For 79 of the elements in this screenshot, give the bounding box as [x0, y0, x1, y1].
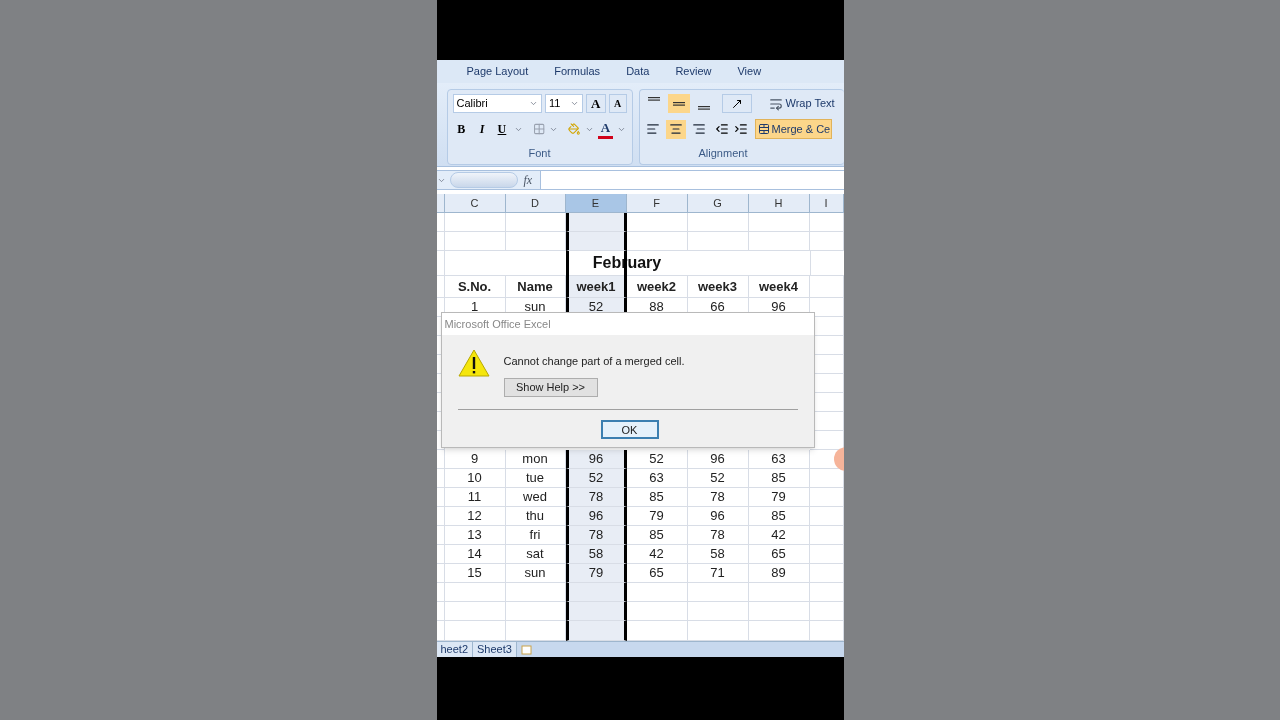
table-cell: 65 [748, 545, 810, 564]
table-cell: mon [505, 450, 566, 469]
table-cell: 10 [444, 469, 506, 488]
column-heading: Name [505, 276, 566, 298]
group-label: Font [527, 146, 552, 161]
function-label[interactable]: fx [523, 171, 533, 189]
font-size-dropdown[interactable]: 11 [544, 94, 583, 113]
ribbon-tab[interactable]: Formulas [554, 63, 601, 80]
show-help-button[interactable]: Show Help >> [503, 377, 598, 397]
column-header[interactable]: C [444, 194, 506, 212]
ribbon-tab[interactable]: Data [626, 63, 650, 80]
grow-font-button[interactable]: A [585, 94, 606, 113]
table-cell: 14 [444, 545, 506, 564]
table-cell: 79 [565, 564, 627, 583]
table-cell: 65 [626, 564, 688, 583]
table-cell: thu [505, 507, 566, 526]
table-cell: 79 [748, 488, 810, 507]
table-cell: 78 [687, 488, 749, 507]
table-cell: wed [505, 488, 566, 507]
underline-button[interactable]: U [494, 119, 510, 139]
table-cell: 96 [687, 450, 749, 469]
column-header[interactable]: H [748, 194, 810, 212]
table-cell: 52 [687, 469, 749, 488]
table-cell: 85 [626, 526, 688, 545]
table-cell: 58 [565, 545, 627, 564]
table-cell: 9 [444, 450, 506, 469]
table-cell: tue [505, 469, 566, 488]
table-cell: sun [505, 564, 566, 583]
ribbon-tab[interactable]: View [737, 63, 762, 80]
table-cell: 85 [626, 488, 688, 507]
table-cell: 96 [565, 450, 627, 469]
column-heading: week2 [626, 276, 688, 298]
column-heading: S.No. [444, 276, 506, 298]
column-heading: week4 [748, 276, 810, 298]
ribbon-tab[interactable]: Review [675, 63, 712, 80]
table-cell: 11 [444, 488, 506, 507]
italic-button[interactable]: I [474, 119, 490, 139]
table-cell: 42 [626, 545, 688, 564]
column-header[interactable]: F [626, 194, 688, 212]
table-cell: 79 [626, 507, 688, 526]
column-header[interactable]: D [505, 194, 566, 212]
column-heading: week3 [687, 276, 749, 298]
sheet-tab[interactable]: Sheet3 [473, 642, 517, 657]
table-cell: 13 [444, 526, 506, 545]
font-name-dropdown[interactable]: Calibri [452, 94, 542, 113]
table-cell: 89 [748, 564, 810, 583]
table-cell: fri [505, 526, 566, 545]
dialog-message: Cannot change part of a merged cell. [503, 354, 685, 369]
shrink-font-button[interactable]: A [608, 94, 627, 113]
table-cell: 52 [565, 469, 627, 488]
table-cell: 42 [748, 526, 810, 545]
sheet-tab[interactable]: heet2 [436, 642, 474, 657]
table-cell: 12 [444, 507, 506, 526]
column-heading: week1 [565, 276, 627, 298]
table-cell: 63 [626, 469, 688, 488]
table-cell: 52 [626, 450, 688, 469]
column-header[interactable]: I [809, 194, 844, 212]
column-header[interactable]: G [687, 194, 749, 212]
table-cell: 85 [748, 507, 810, 526]
table-cell: 63 [748, 450, 810, 469]
table-cell: 15 [444, 564, 506, 583]
ok-button[interactable]: OK [600, 419, 659, 439]
wrap-text-label[interactable]: Wrap Text [785, 95, 835, 112]
ribbon-tab[interactable]: Page Layout [466, 63, 529, 80]
table-cell: 96 [687, 507, 749, 526]
table-cell: 71 [687, 564, 749, 583]
dialog-title: Microsoft Office Excel [444, 316, 551, 332]
font-color-button[interactable]: A [597, 119, 614, 139]
table-cell: 58 [687, 545, 749, 564]
bold-button[interactable]: B [452, 119, 471, 139]
group-label: Alignment [697, 146, 749, 161]
merge-center-button[interactable]: Merge & Ce [754, 119, 833, 139]
column-header[interactable]: E [565, 194, 627, 212]
table-cell: 78 [687, 526, 749, 545]
table-cell: 78 [565, 488, 627, 507]
table-cell: 85 [748, 469, 810, 488]
table-cell: 78 [565, 526, 627, 545]
table-cell: 96 [565, 507, 627, 526]
table-cell: sat [505, 545, 566, 564]
